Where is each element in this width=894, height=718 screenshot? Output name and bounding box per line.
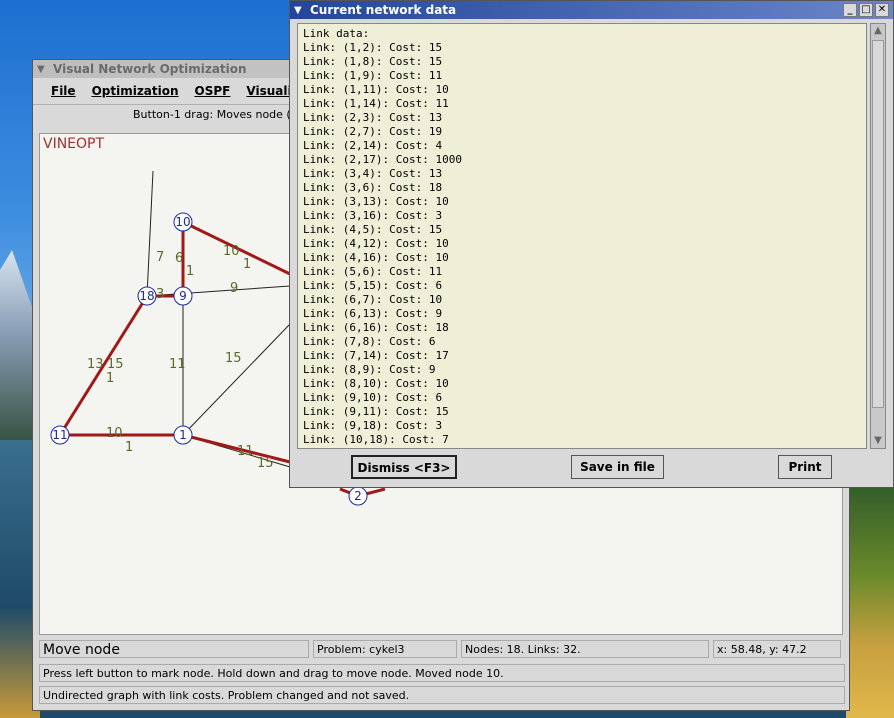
dismiss-button[interactable]: Dismiss <F3> [351,455,457,479]
node[interactable]: 11 [50,425,70,445]
data-line: Link: (2,17): Cost: 1000 [303,153,462,166]
data-line: Link: (9,10): Cost: 6 [303,391,443,404]
edge-label: 15 [107,357,124,372]
data-line: Link: (6,13): Cost: 9 [303,307,443,320]
svg-text:2: 2 [354,489,362,503]
edge-label: 9 [230,281,238,296]
edge-label: 15 [225,351,242,366]
menu-optimization[interactable]: Optimization [84,84,187,98]
window-menu-icon[interactable]: ▼ [294,5,306,16]
menu-ospf[interactable]: OSPF [187,84,239,98]
data-line: Link: (2,3): Cost: 13 [303,111,443,124]
edge-label: 13 [87,357,104,372]
menu-file[interactable]: File [43,84,84,98]
network-data-dialog: ▼ Current network data _ □ ✕ Link data: L… [289,0,894,488]
edge-label: 3 [156,287,164,302]
data-line: Link: (1,11): Cost: 10 [303,83,449,96]
data-line: Link: (3,13): Cost: 10 [303,195,449,208]
scrollbar-thumb[interactable] [872,40,884,408]
edge-label: 7 [156,250,164,265]
status-mode: Move node [39,640,309,658]
edge-label: 11 [169,357,186,372]
edge-label: 1 [243,257,251,272]
node[interactable]: 10 [173,212,193,232]
data-line: Link: (2,7): Cost: 19 [303,125,443,138]
node[interactable]: 9 [173,286,193,306]
data-line: Link: (4,12): Cost: 10 [303,237,449,250]
svg-text:18: 18 [139,289,154,303]
minimize-icon[interactable]: _ [843,3,857,17]
data-line: Link: (1,14): Cost: 11 [303,97,449,110]
data-line: Link: (8,9): Cost: 9 [303,363,436,376]
status-problem: Problem: cykel3 [313,640,457,658]
data-line: Link: (4,5): Cost: 15 [303,223,443,236]
data-line: Link: (6,7): Cost: 10 [303,293,443,306]
data-line: Link: (6,16): Cost: 18 [303,321,449,334]
dialog-buttons: Dismiss <F3> Save in file Print [290,453,894,483]
data-line: Link: (9,18): Cost: 3 [303,419,443,432]
edge [182,323,291,436]
node[interactable]: 2 [348,486,368,506]
dialog-titlebar[interactable]: ▼ Current network data _ □ ✕ [290,1,893,19]
node[interactable]: 1 [173,425,193,445]
vertical-scrollbar[interactable]: ▲ ▼ [870,23,886,449]
data-line: Link: (8,10): Cost: 10 [303,377,449,390]
node[interactable]: 18 [137,286,157,306]
edge-label: 1 [106,371,114,386]
data-line: Link data: [303,27,370,40]
edge-label: 1 [186,264,194,279]
status-coords: x: 58.48, y: 47.2 [713,640,841,658]
edge [146,170,154,297]
svg-text:10: 10 [175,215,190,229]
desktop-wallpaper-right [846,480,894,718]
data-line: Link: (3,6): Cost: 18 [303,181,443,194]
data-line: Link: (9,11): Cost: 15 [303,405,449,418]
edge-label: 11 [237,444,254,459]
data-line: Link: (5,15): Cost: 6 [303,279,443,292]
scroll-down-icon[interactable]: ▼ [871,434,885,448]
close-icon[interactable]: ✕ [875,3,889,17]
edge-label: 6 [175,251,183,266]
data-line: Link: (10,18): Cost: 7 [303,433,449,446]
data-line: Link: (2,14): Cost: 4 [303,139,443,152]
maximize-icon[interactable]: □ [859,3,873,17]
graph-info-line: Undirected graph with link costs. Proble… [39,686,845,704]
data-line: Link: (4,16): Cost: 10 [303,251,449,264]
edge-label: 10 [223,244,240,259]
scroll-up-icon[interactable]: ▲ [871,24,885,38]
data-line: Link: (7,8): Cost: 6 [303,335,436,348]
svg-text:11: 11 [52,428,67,442]
edge-label: 15 [257,456,274,471]
main-window-title: Visual Network Optimization [53,62,247,76]
status-row: Move node Problem: cykel3 Nodes: 18. Lin… [39,640,845,660]
message-line: Press left button to mark node. Hold dow… [39,664,845,682]
print-button[interactable]: Print [778,455,832,479]
save-in-file-button[interactable]: Save in file [571,455,664,479]
dialog-title: Current network data [310,3,457,17]
data-line: Link: (3,16): Cost: 3 [303,209,443,222]
edge-label: 1 [125,440,133,455]
data-line: Link: (1,2): Cost: 15 [303,41,443,54]
data-line: Link: (7,14): Cost: 17 [303,349,449,362]
network-data-text[interactable]: Link data: Link: (1,2): Cost: 15 Link: (1,… [297,23,867,449]
data-line: Link: (1,8): Cost: 15 [303,55,443,68]
data-line: Link: (3,4): Cost: 13 [303,167,443,180]
window-menu-icon[interactable]: ▼ [37,64,49,75]
status-counts: Nodes: 18. Links: 32. [461,640,709,658]
svg-text:9: 9 [179,289,187,303]
svg-text:1: 1 [179,428,187,442]
edge-label: 10 [106,426,123,441]
data-line: Link: (5,6): Cost: 11 [303,265,443,278]
data-line: Link: (1,9): Cost: 11 [303,69,443,82]
